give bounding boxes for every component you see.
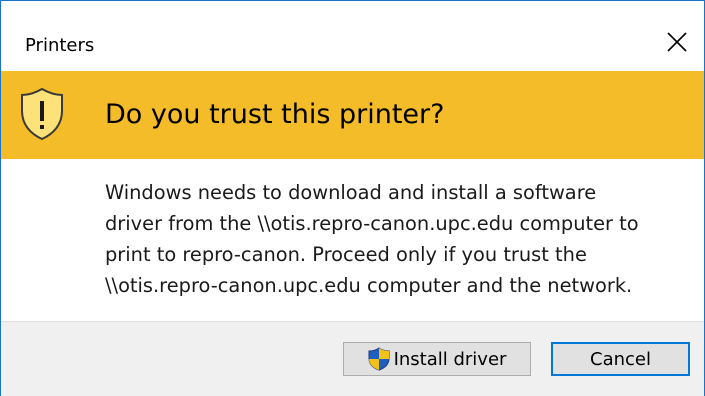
printer-trust-dialog: Printers Do you trust this printer? Wind… bbox=[0, 0, 705, 396]
close-button[interactable] bbox=[660, 25, 694, 59]
window-title: Printers bbox=[25, 35, 95, 56]
banner-heading: Do you trust this printer? bbox=[105, 99, 445, 130]
close-icon bbox=[667, 32, 687, 52]
warning-shield-icon bbox=[21, 87, 63, 141]
warning-banner: Do you trust this printer? bbox=[1, 71, 704, 159]
uac-shield-icon bbox=[368, 347, 390, 371]
install-driver-label: Install driver bbox=[393, 348, 507, 370]
install-driver-button[interactable]: Install driver bbox=[343, 342, 531, 376]
button-bar: Install driver Cancel bbox=[1, 321, 704, 396]
cancel-button[interactable]: Cancel bbox=[551, 342, 690, 376]
cancel-label: Cancel bbox=[590, 348, 651, 370]
title-bar: Printers bbox=[1, 1, 704, 71]
message-text: Windows needs to download and install a … bbox=[105, 181, 639, 297]
